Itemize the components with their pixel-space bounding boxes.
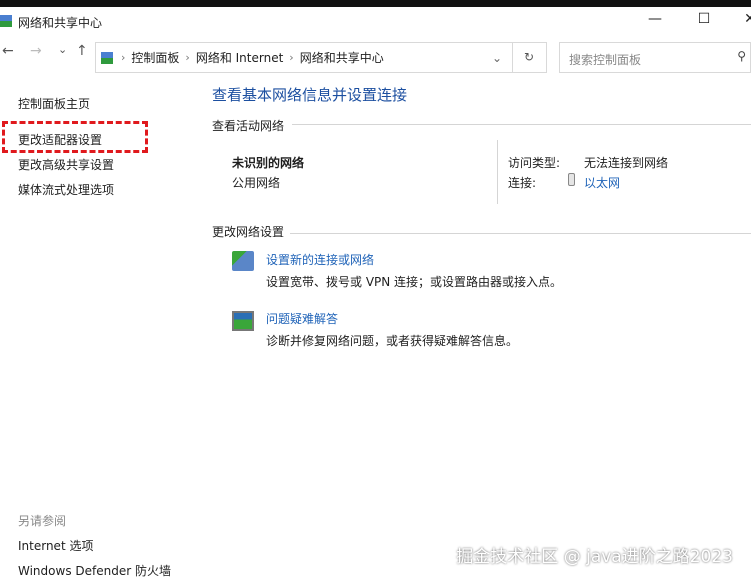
troubleshoot-link[interactable]: 问题疑难解答 — [266, 310, 338, 327]
address-dropdown-icon[interactable]: ⌄ — [492, 51, 502, 65]
setup-connection-desc: 设置宽带、拨号或 VPN 连接；或设置路由器或接入点。 — [266, 275, 563, 289]
chevron-right-icon: › — [289, 51, 294, 64]
search-input[interactable]: 搜索控制面板 ⚲ — [559, 42, 751, 73]
up-button[interactable]: ↑ — [76, 43, 88, 59]
search-icon[interactable]: ⚲ — [737, 49, 746, 63]
ethernet-link[interactable]: 以太网 — [584, 174, 620, 191]
chevron-right-icon: › — [121, 51, 126, 64]
breadcrumb-control-panel[interactable]: 控制面板 — [131, 49, 179, 66]
recent-locations-button[interactable]: ⌄ — [58, 43, 67, 56]
access-type-label: 访问类型: — [508, 156, 561, 170]
sidebar-item-advanced-sharing[interactable]: 更改高级共享设置 — [18, 156, 114, 173]
maximize-button[interactable]: ☐ — [689, 11, 719, 27]
troubleshoot-desc: 诊断并修复网络问题，或者获得疑难解答信息。 — [266, 334, 519, 348]
window-title: 网络和共享中心 — [18, 16, 103, 30]
address-bar[interactable]: › 控制面板 › 网络和 Internet › 网络和共享中心 ⌄ — [95, 42, 513, 73]
firewall-link[interactable]: Windows Defender 防火墙 — [18, 562, 171, 579]
minimize-button[interactable]: — — [640, 11, 670, 27]
breadcrumb-network-center[interactable]: 网络和共享中心 — [300, 49, 384, 66]
internet-options-link[interactable]: Internet 选项 — [18, 537, 93, 554]
change-settings-title: 更改网络设置 — [212, 225, 285, 239]
see-also-title: 另请参阅 — [18, 514, 67, 528]
watermark: 掘金技术社区 @ java进阶之路2023 — [456, 547, 733, 567]
refresh-button[interactable]: ↻ — [512, 42, 547, 73]
setup-connection-link[interactable]: 设置新的连接或网络 — [266, 251, 374, 268]
search-placeholder: 搜索控制面板 — [569, 53, 642, 67]
back-button[interactable]: ← — [2, 43, 14, 59]
divider — [292, 124, 751, 125]
highlight-box — [2, 121, 148, 153]
divider — [497, 140, 498, 204]
access-type-value: 无法连接到网络 — [584, 156, 669, 170]
connection-label: 连接: — [508, 176, 537, 190]
breadcrumb-network-internet[interactable]: 网络和 Internet — [196, 49, 283, 66]
ethernet-icon — [568, 173, 575, 186]
troubleshoot-icon — [232, 311, 254, 331]
network-name: 未识别的网络 — [232, 156, 305, 170]
forward-button[interactable]: → — [30, 43, 42, 59]
close-button[interactable]: ✕ — [735, 11, 751, 27]
new-connection-icon — [232, 251, 254, 271]
network-center-icon — [101, 51, 113, 64]
title-bar: 网络和共享中心 — ☐ ✕ — [0, 7, 751, 37]
divider — [290, 233, 751, 234]
sidebar-item-media-streaming[interactable]: 媒体流式处理选项 — [18, 181, 114, 198]
active-networks-title: 查看活动网络 — [212, 119, 285, 133]
sidebar-item-control-panel-home[interactable]: 控制面板主页 — [18, 95, 90, 112]
network-center-icon — [0, 15, 12, 27]
top-bar — [0, 0, 751, 7]
page-title: 查看基本网络信息并设置连接 — [212, 86, 408, 104]
chevron-right-icon: › — [185, 51, 190, 64]
network-type: 公用网络 — [232, 176, 281, 190]
